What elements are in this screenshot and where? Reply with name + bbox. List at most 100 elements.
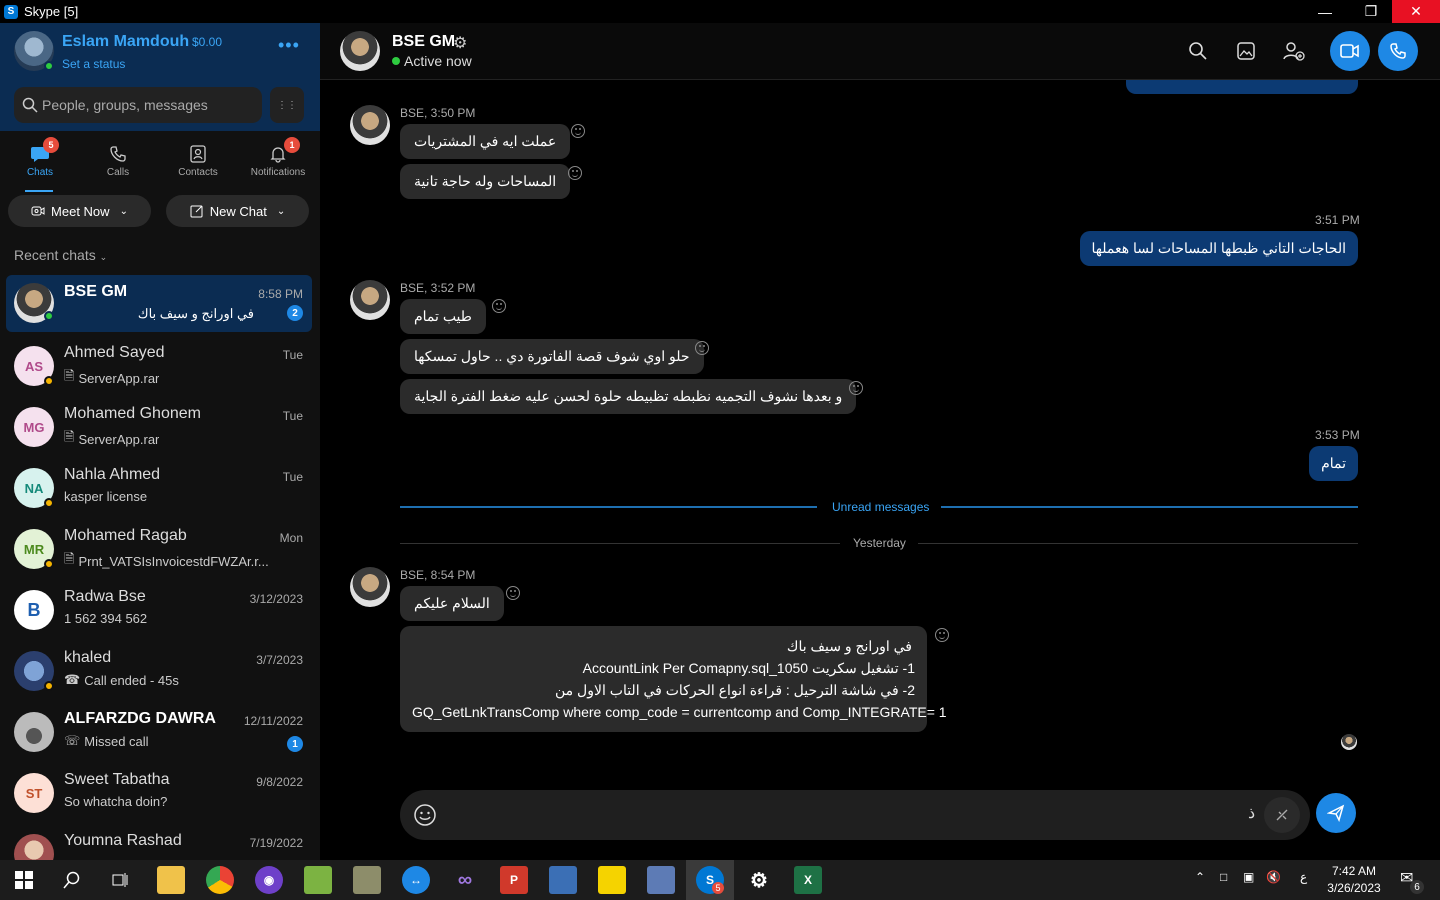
emoji-react-icon[interactable] [492,299,506,313]
dialpad-icon[interactable]: ⋮⋮ [270,87,304,123]
away-status-icon [44,681,54,691]
profile-name[interactable]: Eslam Mamdouh [62,33,189,51]
chat-time: Tue [282,409,303,423]
tab-calls[interactable]: Calls [78,141,158,178]
window-app-icon[interactable] [549,866,577,894]
chat-preview-text: ServerApp.rar [78,370,160,386]
search-icon[interactable] [58,866,86,894]
tab-contacts[interactable]: Contacts [158,141,238,178]
notepad-icon[interactable] [304,866,332,894]
new-chat-button[interactable]: New Chat ⌄ [166,195,309,227]
search-placeholder: People, groups, messages [42,97,208,113]
github-icon[interactable]: ◉ [255,866,283,894]
list-item[interactable]: B Radwa Bse 3/12/2023 1 562 394 562 [0,580,320,641]
notification-count: 6 [1410,880,1424,894]
clock[interactable]: 7:42 AM 3/26/2023 [1320,863,1388,897]
file-explorer-icon[interactable] [157,866,185,894]
chrome-icon[interactable] [206,866,234,894]
skype-credit[interactable]: $0.00 [192,35,222,49]
volume-muted-icon[interactable]: 🔇 [1266,870,1281,884]
avatar [350,105,390,145]
list-item[interactable]: MG Mohamed Ghonem Tue 🗎 ServerApp.rar [0,397,320,458]
send-button[interactable] [1316,793,1356,833]
file-icon: 🗎 [64,429,75,444]
formatting-icon[interactable] [1264,797,1300,833]
more-options-icon[interactable]: ••• [278,35,300,56]
settings-gear-icon[interactable]: ⚙ [745,866,773,894]
emoji-react-icon[interactable] [695,341,709,355]
list-item[interactable]: BSE GM 8:58 PM في اورانج و سيف باك 2 [6,275,312,332]
message-bubble[interactable]: المساحات وله حاجة تانية [400,164,571,199]
visual-studio-icon[interactable]: ∞ [451,866,479,894]
tab-notifications[interactable]: 1 Notifications [238,137,318,178]
tab-label: Notifications [250,167,306,178]
avatar: ST [14,773,54,813]
message-bubble[interactable]: تمام [1309,446,1358,481]
meet-icon[interactable]: □ [1220,870,1227,884]
gallery-icon[interactable] [1228,33,1264,69]
network-icon[interactable]: ▣ [1243,870,1254,884]
sticky-notes-icon[interactable] [598,866,626,894]
meet-now-label: Meet Now [51,203,110,219]
emoji-react-icon[interactable] [571,124,585,138]
chat-time: 3/12/2023 [249,592,303,606]
message-bubble[interactable]: و بعدها نشوف التجميه نظبطه تظبيطه حلوة ل… [400,379,857,414]
restore-button[interactable]: ❐ [1348,0,1394,23]
emoji-react-icon[interactable] [506,586,520,600]
language-indicator[interactable]: ع [1300,870,1307,884]
emoji-react-icon[interactable] [849,381,863,395]
tools-icon[interactable] [353,866,381,894]
chevron-up-icon[interactable]: ⌃ [1195,870,1205,884]
recent-chats-header[interactable]: Recent chats ⌄ [14,247,107,263]
message-bubble[interactable]: الحاجات التاني ظبطها المساحات لسا هعملها [1079,231,1358,266]
clock-time: 7:42 AM [1331,864,1377,878]
list-item[interactable]: NA Nahla Ahmed Tue kasper license [0,458,320,519]
add-people-icon[interactable] [1276,33,1312,69]
close-button[interactable]: ✕ [1392,0,1440,23]
message-bubble[interactable]: حلو اوي شوف قصة الفاتورة دي .. حاول تمسك… [400,339,704,374]
unread-badge: 2 [287,305,303,321]
set-status-link[interactable]: Set a status [62,57,125,71]
teamviewer-icon[interactable]: ↔ [402,866,430,894]
chat-preview: ☎ Call ended - 45s [64,672,179,688]
emoji-react-icon[interactable] [935,628,949,642]
emoji-icon[interactable] [413,803,437,832]
list-item[interactable]: MR Mohamed Ragab Mon 🗎 Prnt_VATSIsInvoice… [0,519,320,580]
tab-label: Contacts [178,167,218,178]
pdf-app-icon[interactable]: P [500,866,528,894]
meet-now-button[interactable]: Meet Now ⌄ [8,195,151,227]
taskbar: ◉ ↔ ∞ P S 5 ⚙ X ⌃ □ ▣ 🔇 ع 7:42 AM 3/26/2… [0,860,1440,900]
day-divider-line [400,543,840,544]
excel-icon[interactable]: X [794,866,822,894]
conversation-title[interactable]: BSE GM [392,33,455,51]
list-item[interactable]: ST Sweet Tabatha 9/8/2022 So whatcha doi… [0,763,320,824]
chat-preview: kasper license [64,489,148,504]
search-input[interactable]: People, groups, messages [14,87,262,123]
list-item[interactable]: AS Ahmed Sayed Tue 🗎 ServerApp.rar [0,336,320,397]
video-call-button[interactable] [1330,31,1370,71]
gear-icon[interactable]: ⚙ [453,33,467,53]
chat-preview: ☏ Missed call [64,733,149,749]
message-bubble[interactable]: السلام عليكم [400,586,504,621]
list-item[interactable]: khaled 3/7/2023 ☎ Call ended - 45s [0,641,320,702]
search-icon[interactable] [1180,33,1216,69]
remote-desktop-icon[interactable] [647,866,675,894]
unread-divider-line [400,506,817,508]
video-icon [31,206,45,216]
minimize-button[interactable]: — [1302,0,1348,23]
chat-name: Radwa Bse [64,588,146,605]
message-bubble[interactable]: عملت ايه في المشتريات [400,124,571,159]
audio-call-button[interactable] [1378,31,1418,71]
tab-chats[interactable]: 5 Chats [0,137,80,192]
message-bubble[interactable]: في اورانج و سيف باك 1- تشغيل سكريت Accou… [400,626,947,732]
message-bubble[interactable]: طيب تمام [400,299,486,334]
list-item[interactable]: Youmna Rashad 7/19/2022 [0,824,320,860]
chat-time: 8:58 PM [258,287,303,301]
windows-start-icon[interactable] [10,866,38,894]
task-view-icon[interactable] [106,866,134,894]
chat-time: Tue [282,348,303,362]
avatar[interactable] [340,31,380,71]
list-item[interactable]: ALFARZDG DAWRA 12/11/2022 ☏ Missed call 1 [0,702,320,763]
emoji-react-icon[interactable] [568,166,582,180]
message-input[interactable]: ذ [400,790,1310,840]
